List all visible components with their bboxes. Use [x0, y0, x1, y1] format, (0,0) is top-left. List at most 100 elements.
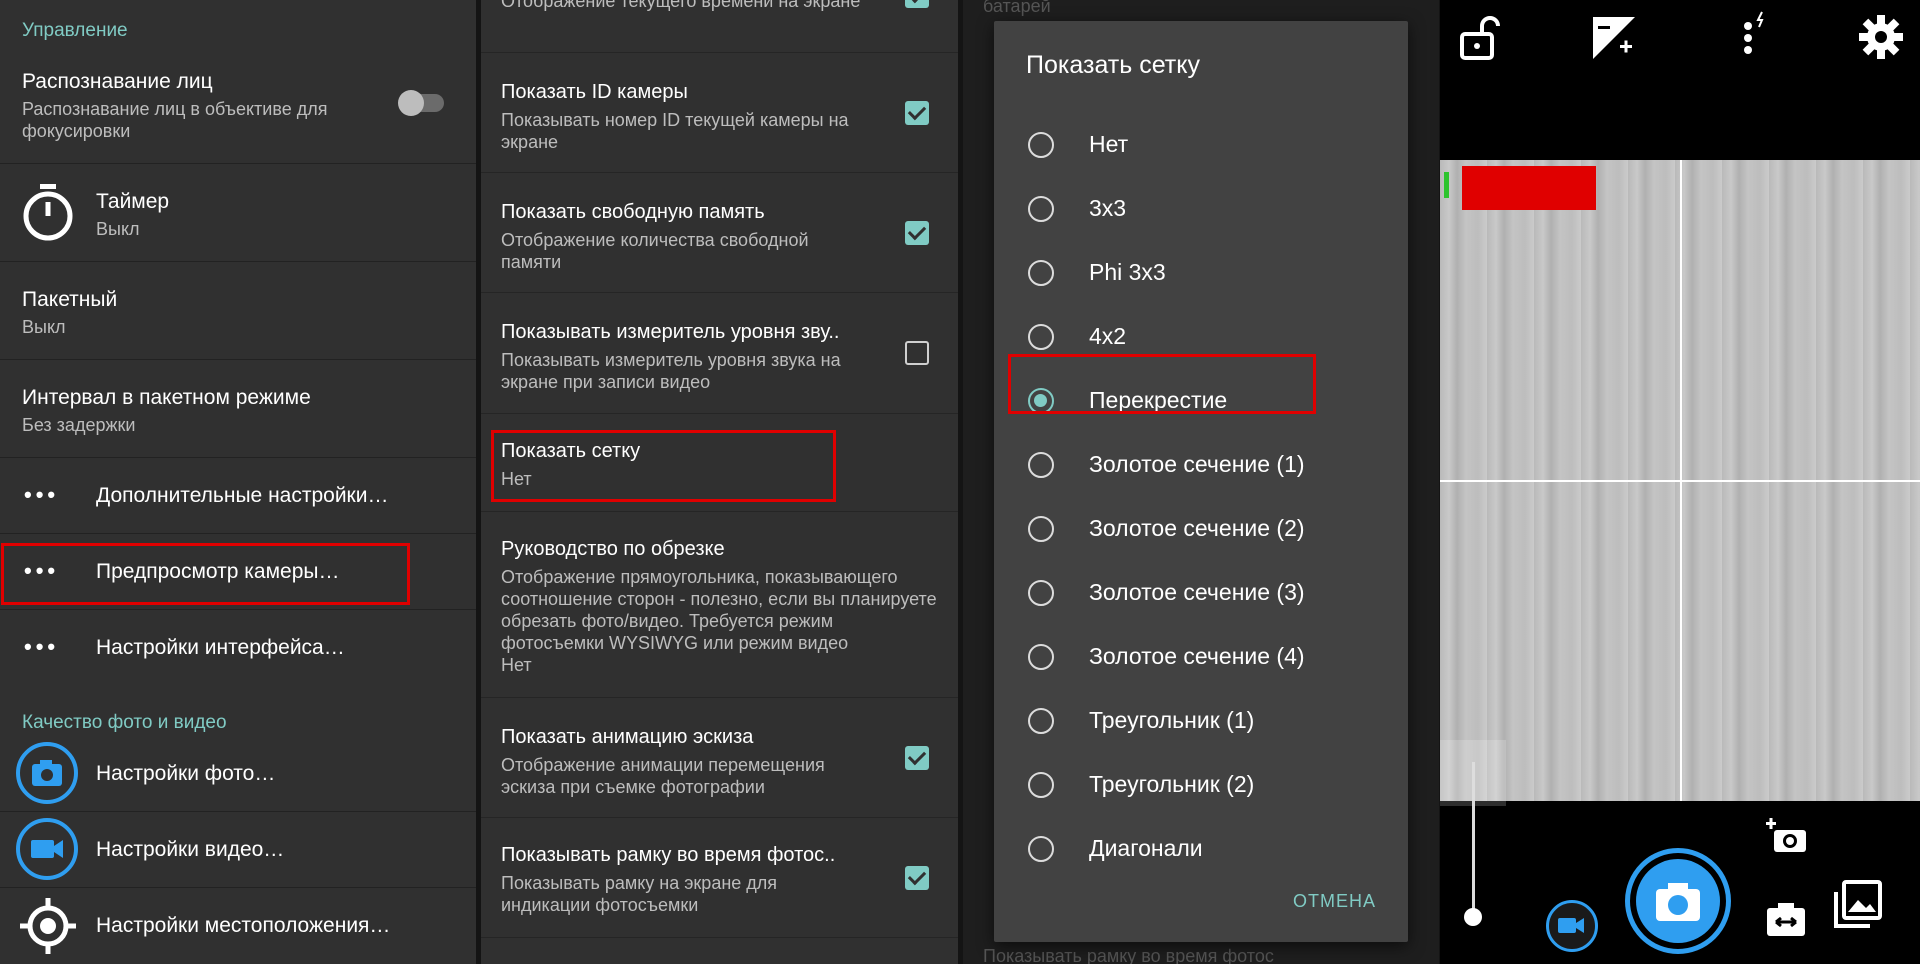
location-settings-row[interactable]: Настройки местоположения… [0, 888, 476, 964]
grid-option-label: Золотое сечение (3) [1089, 579, 1305, 605]
face-detection-row[interactable]: Распознавание лиц Распознавание лиц в об… [0, 50, 476, 164]
grid-option[interactable]: Золотое сечение (2) [994, 497, 1408, 561]
show-time-checkbox[interactable] [905, 0, 929, 8]
grid-option[interactable]: Треугольник (1) [994, 689, 1408, 753]
zoom-slider-track[interactable] [1472, 762, 1475, 918]
battery-indicator [1444, 172, 1449, 198]
radio-unselected[interactable] [1028, 708, 1054, 734]
free-memory-sub: Отображение количества свободной памяти [501, 230, 809, 272]
radio-unselected[interactable] [1028, 324, 1054, 350]
radio-unselected[interactable] [1028, 196, 1054, 222]
highlight-box [1008, 354, 1316, 414]
crop-guide-row[interactable]: Руководство по обрезке Отображение прямо… [481, 512, 958, 698]
gallery-icon[interactable] [1832, 880, 1882, 930]
capture-frame-title: Показывать рамку во время фотос.. [501, 844, 836, 866]
more-settings-label: Дополнительные настройки… [96, 484, 389, 507]
grid-option[interactable]: Треугольник (2) [994, 753, 1408, 817]
sound-meter-row[interactable]: Показывать измеритель уровня зву.. Показ… [481, 293, 958, 414]
grid-line-horizontal [1440, 480, 1920, 482]
grid-option-label: Треугольник (2) [1089, 771, 1255, 797]
video-mode-button[interactable] [1546, 900, 1598, 952]
radio-unselected[interactable] [1028, 516, 1054, 542]
burst-interval-title: Интервал в пакетном режиме [22, 386, 311, 409]
video-camera-icon [16, 818, 78, 880]
crop-guide-title: Руководство по обрезке [501, 538, 725, 560]
camera-preview[interactable] [1440, 160, 1920, 801]
capture-frame-checkbox[interactable] [905, 866, 929, 890]
crop-guide-sub: Отображение прямоугольника, показывающег… [501, 567, 937, 653]
free-memory-row[interactable]: Показать свободную память Отображение ко… [481, 173, 958, 293]
more-settings-row[interactable]: ••• Дополнительные настройки… [0, 458, 476, 534]
capture-frame-sub: Показывать рамку на экране для индикации… [501, 873, 778, 915]
face-detection-title: Распознавание лиц [22, 70, 213, 93]
background-text: батарей [983, 0, 1051, 16]
grid-option-label: Треугольник (1) [1089, 707, 1255, 733]
settings-panel-control: Управление Распознавание лиц Распознаван… [0, 0, 476, 964]
photo-camera-icon [16, 742, 78, 804]
timer-title: Таймер [96, 190, 170, 213]
camera-icon [1656, 883, 1700, 921]
sound-meter-sub: Показывать измеритель уровня звука на эк… [501, 350, 841, 392]
cancel-button[interactable]: ОТМЕНА [1293, 891, 1376, 912]
sound-meter-checkbox[interactable] [905, 341, 929, 365]
camera-id-checkbox[interactable] [905, 101, 929, 125]
grid-option[interactable]: Диагонали [994, 817, 1408, 881]
burst-value: Выкл [22, 317, 66, 337]
grid-option-label: Нет [1089, 131, 1129, 157]
photo-settings-row[interactable]: Настройки фото… [0, 736, 476, 812]
camera-id-row[interactable]: Показать ID камеры Показывать номер ID т… [481, 53, 958, 173]
stopwatch-icon [23, 184, 73, 241]
radio-unselected[interactable] [1028, 772, 1054, 798]
burst-interval-row[interactable]: Интервал в пакетном режиме Без задержки [0, 360, 476, 458]
grid-option[interactable]: Золотое сечение (4) [994, 625, 1408, 689]
radio-unselected[interactable] [1028, 260, 1054, 286]
more-dots-icon: ••• [24, 634, 60, 659]
shutter-button[interactable] [1625, 848, 1731, 954]
grid-option-label: 3x3 [1089, 195, 1127, 221]
capture-frame-row[interactable]: Показывать рамку во время фотос.. Показы… [481, 818, 958, 938]
burst-interval-value: Без задержки [22, 415, 136, 435]
more-dots-icon: ••• [24, 482, 60, 507]
video-settings-row[interactable]: Настройки видео… [0, 812, 476, 888]
radio-unselected[interactable] [1028, 644, 1054, 670]
grid-option[interactable]: Phi 3x3 [994, 241, 1408, 305]
thumbnail-animation-row[interactable]: Показать анимацию эскиза Отображение ани… [481, 698, 958, 818]
grid-option-label: 4x2 [1089, 323, 1127, 349]
radio-unselected[interactable] [1028, 452, 1054, 478]
grid-option-label: Золотое сечение (2) [1089, 515, 1305, 541]
dialog-title: Показать сетку [1026, 51, 1200, 79]
show-time-row[interactable]: Отображение текущего времени на экране [481, 0, 958, 53]
gear-icon[interactable] [1858, 14, 1904, 60]
exposure-icon[interactable] [1590, 14, 1638, 62]
switch-camera-icon[interactable] [1764, 900, 1808, 940]
redaction-box [1462, 166, 1596, 210]
radio-unselected[interactable] [1028, 836, 1054, 862]
ui-settings-row[interactable]: ••• Настройки интерфейса… [0, 610, 476, 690]
show-time-sub: Отображение текущего времени на экране [501, 0, 861, 11]
settings-panel-preview: Отображение текущего времени на экране П… [481, 0, 958, 964]
toggle-knob [398, 90, 424, 116]
ui-settings-label: Настройки интерфейса… [96, 636, 345, 659]
radio-unselected[interactable] [1028, 132, 1054, 158]
grid-option[interactable]: Золотое сечение (1) [994, 433, 1408, 497]
camera-view [1440, 0, 1920, 964]
radio-unselected[interactable] [1028, 580, 1054, 606]
face-detection-toggle[interactable] [398, 90, 444, 116]
highlight-box [1, 543, 410, 605]
grid-option[interactable]: Золотое сечение (3) [994, 561, 1408, 625]
sound-meter-title: Показывать измеритель уровня зву.. [501, 321, 840, 343]
zoom-slider-knob[interactable] [1464, 908, 1482, 926]
grid-dialog-panel: батарей Показывать рамку во время фотос … [963, 0, 1439, 964]
flash-off-icon[interactable] [1736, 10, 1776, 60]
photo-settings-label: Настройки фото… [96, 762, 276, 785]
timer-row[interactable]: Таймер Выкл [0, 164, 476, 262]
thumbnail-animation-checkbox[interactable] [905, 746, 929, 770]
grid-option[interactable]: 3x3 [994, 177, 1408, 241]
face-detection-sub: Распознавание лиц в объективе для фокуси… [22, 99, 328, 141]
burst-row[interactable]: Пакетный Выкл [0, 262, 476, 360]
thumbnail-animation-sub: Отображение анимации перемещения эскиза … [501, 755, 825, 797]
lock-open-icon[interactable] [1458, 14, 1506, 62]
free-memory-checkbox[interactable] [905, 221, 929, 245]
add-camera-icon[interactable] [1764, 816, 1808, 856]
grid-option[interactable]: Нет [994, 113, 1408, 177]
